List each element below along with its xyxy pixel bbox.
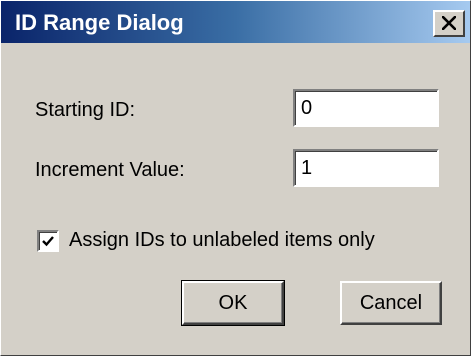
cancel-button[interactable]: Cancel	[340, 281, 442, 325]
id-range-dialog: ID Range Dialog Starting ID: Increment V…	[0, 0, 471, 356]
close-button[interactable]	[433, 10, 465, 37]
unlabeled-only-checkbox[interactable]	[37, 230, 59, 252]
increment-value-input[interactable]	[293, 149, 439, 187]
starting-id-label: Starting ID:	[35, 99, 136, 121]
dialog-title: ID Range Dialog	[15, 10, 184, 35]
starting-id-input[interactable]	[293, 89, 439, 127]
ok-button[interactable]: OK	[181, 280, 285, 326]
unlabeled-only-label[interactable]: Assign IDs to unlabeled items only	[69, 229, 375, 252]
title-bar[interactable]: ID Range Dialog	[1, 1, 470, 43]
increment-value-label: Increment Value:	[35, 159, 185, 181]
